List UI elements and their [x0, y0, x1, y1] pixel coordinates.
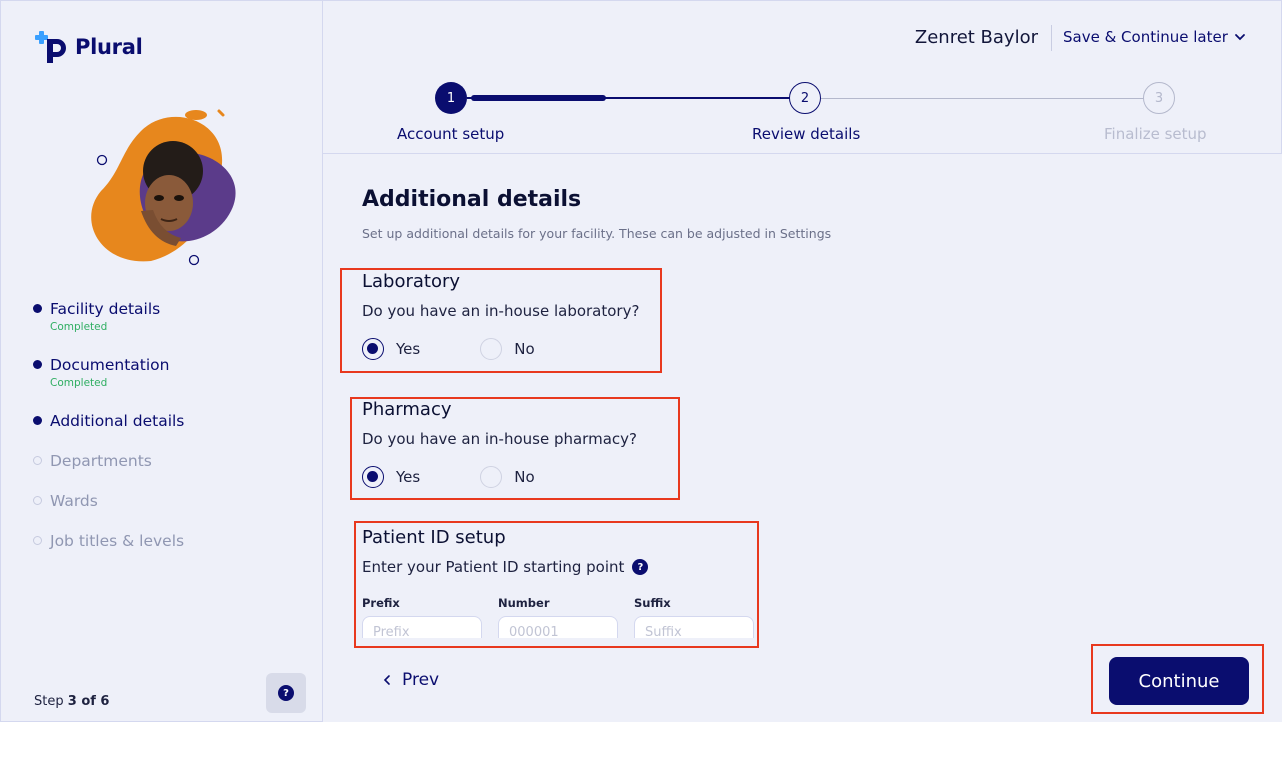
progress-step-1-label: Account setup — [397, 125, 505, 143]
sidebar-step-departments[interactable]: Departments — [33, 451, 184, 491]
sidebar-step-label: Documentation — [50, 356, 170, 374]
prev-button[interactable]: Prev — [382, 670, 439, 690]
sidebar-step-status: Completed — [50, 377, 108, 389]
highlight-laboratory — [340, 268, 662, 373]
page-subtitle: Set up additional details for your facil… — [362, 226, 832, 241]
step-status-dot — [33, 304, 42, 313]
plus-p-logo-icon — [35, 31, 66, 63]
question-icon: ? — [278, 685, 294, 701]
step-counter-value: 3 of 6 — [67, 694, 110, 709]
prev-label: Prev — [402, 670, 440, 690]
sidebar: Plural Facility details Completed Docume… — [0, 0, 323, 722]
highlight-patient-id — [354, 521, 759, 648]
progress-step-3-label: Finalize setup — [1104, 125, 1207, 143]
progress-step-1-node: 1 — [435, 82, 467, 114]
progress-step-2-label: Review details — [752, 125, 861, 143]
help-button[interactable]: ? — [266, 673, 306, 713]
highlight-pharmacy — [350, 397, 680, 500]
step-counter-prefix: Step — [34, 694, 64, 709]
progress-step-2-node: 2 — [789, 82, 821, 114]
sidebar-step-label: Additional details — [50, 412, 185, 430]
page-title: Additional details — [362, 187, 582, 212]
sidebar-step-documentation[interactable]: Documentation Completed — [33, 355, 184, 411]
step-counter: Step 3 of 6 — [34, 694, 109, 709]
save-continue-later-menu[interactable]: Save & Continue later — [1063, 28, 1246, 46]
progress-track-2 — [821, 98, 1145, 99]
brand-name: Plural — [75, 35, 143, 59]
avatar-illustration — [91, 109, 236, 266]
sidebar-step-status: Completed — [50, 321, 108, 333]
sidebar-step-additional-details[interactable]: Additional details — [33, 411, 184, 451]
header-divider — [1051, 25, 1052, 51]
brand-logo[interactable]: Plural — [35, 31, 143, 63]
step-status-dot — [33, 536, 42, 545]
step-status-dot — [33, 456, 42, 465]
progress-fill — [471, 95, 606, 101]
sidebar-step-label: Wards — [50, 492, 98, 510]
progress-step-3-node: 3 — [1143, 82, 1175, 114]
sidebar-step-job-titles[interactable]: Job titles & levels — [33, 531, 184, 571]
sidebar-step-list: Facility details Completed Documentation… — [33, 299, 184, 571]
sidebar-step-label: Facility details — [50, 300, 161, 318]
top-bar: Zenret Baylor Save & Continue later 1 2 … — [323, 0, 1282, 154]
step-status-dot — [33, 360, 42, 369]
sidebar-step-facility-details[interactable]: Facility details Completed — [33, 299, 184, 355]
continue-button[interactable]: Continue — [1109, 657, 1249, 705]
save-continue-later-label: Save & Continue later — [1063, 28, 1228, 46]
chevron-left-icon — [383, 675, 390, 685]
step-status-dot — [33, 496, 42, 505]
step-status-dot — [33, 416, 42, 425]
sidebar-step-label: Job titles & levels — [50, 532, 185, 550]
user-name: Zenret Baylor — [914, 27, 1038, 48]
sidebar-step-wards[interactable]: Wards — [33, 491, 184, 531]
sidebar-step-label: Departments — [50, 452, 152, 470]
chevron-down-icon — [1235, 34, 1245, 41]
